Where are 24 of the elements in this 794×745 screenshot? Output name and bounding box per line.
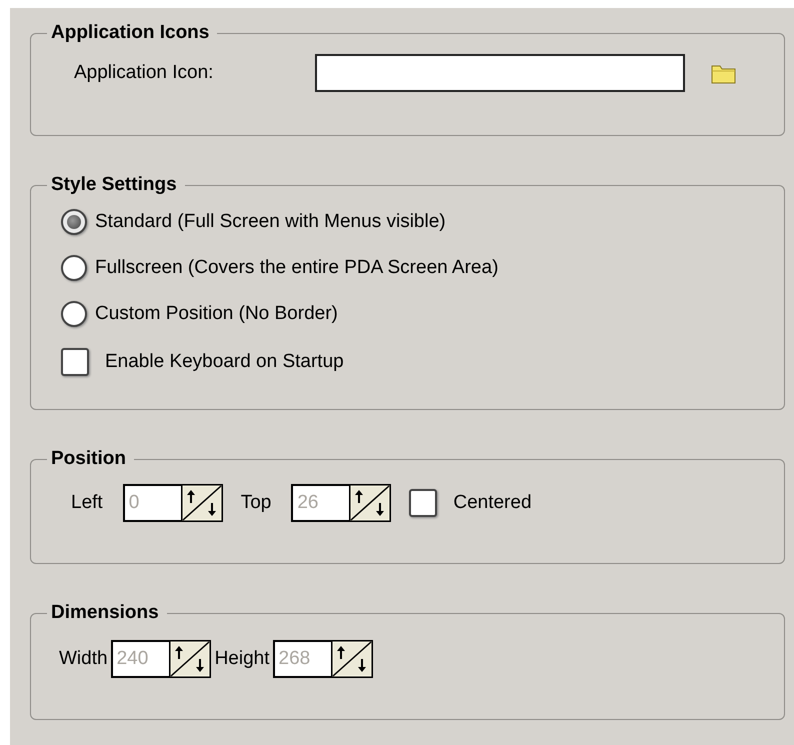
field-label: Width bbox=[59, 648, 108, 670]
radio-button[interactable] bbox=[61, 209, 87, 235]
checkbox[interactable] bbox=[409, 489, 438, 517]
radio-label: Fullscreen (Covers the entire PDA Screen Area) bbox=[95, 257, 498, 279]
field-label: Height bbox=[214, 648, 270, 670]
field-label: Application Icon: bbox=[74, 62, 214, 84]
checkbox-label: Enable Keyboard on Startup bbox=[105, 351, 344, 373]
spin-button[interactable] bbox=[168, 640, 211, 678]
radio-label: Custom Position (No Border) bbox=[95, 303, 338, 325]
radio-label: Standard (Full Screen with Menus visible) bbox=[95, 211, 446, 233]
checkbox-label: Centered bbox=[453, 492, 532, 514]
field-label: Top bbox=[240, 492, 272, 514]
radio-button[interactable] bbox=[61, 301, 87, 327]
radio-button[interactable] bbox=[61, 255, 87, 281]
group-title: Position bbox=[50, 448, 127, 470]
group-title: Dimensions bbox=[50, 602, 160, 624]
spin-button[interactable] bbox=[180, 484, 223, 522]
spin-button[interactable] bbox=[330, 640, 372, 678]
checkbox[interactable] bbox=[61, 348, 89, 376]
group-title: Application Icons bbox=[50, 22, 210, 44]
field-label: Left bbox=[71, 492, 103, 514]
spin-button[interactable] bbox=[349, 484, 392, 522]
group-title: Style Settings bbox=[50, 174, 178, 196]
input-field[interactable] bbox=[315, 54, 685, 92]
